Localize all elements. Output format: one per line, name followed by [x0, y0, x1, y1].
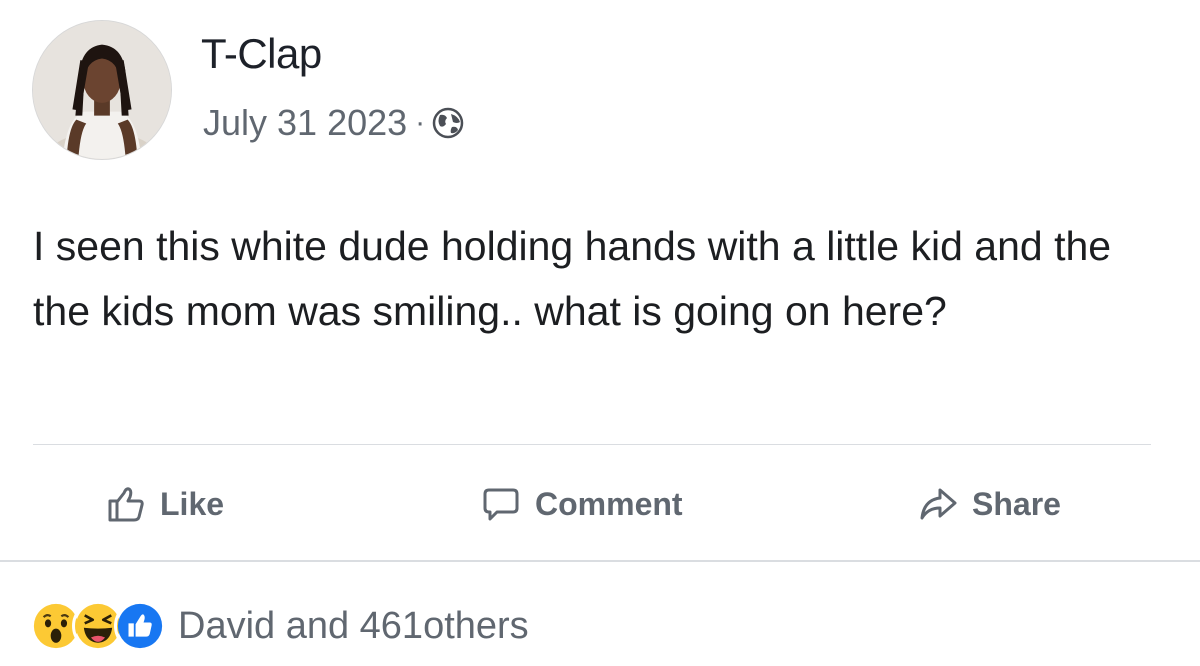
author-name[interactable]: T-Clap: [201, 30, 322, 78]
reactions-summary[interactable]: David and 461others: [30, 598, 529, 654]
divider: [33, 444, 1151, 445]
comment-label: Comment: [535, 485, 683, 522]
divider: [0, 560, 1200, 562]
share-button[interactable]: Share: [918, 474, 1061, 534]
avatar-photo: [33, 21, 171, 159]
like-reaction-icon: [114, 600, 166, 652]
reaction-icons: [30, 600, 166, 652]
reactions-count-text[interactable]: David and 461others: [178, 605, 529, 648]
post-date[interactable]: July 31 2023: [203, 102, 407, 144]
action-bar: Like Comment Share: [0, 474, 1200, 534]
like-label: Like: [160, 485, 225, 522]
share-label: Share: [972, 485, 1061, 522]
post-text: I seen this white dude holding hands wit…: [33, 223, 1112, 334]
like-button[interactable]: Like: [106, 474, 224, 534]
post-meta: July 31 2023 ·: [203, 102, 465, 144]
avatar[interactable]: [32, 20, 172, 160]
globe-icon[interactable]: [431, 106, 465, 140]
meta-separator: ·: [415, 106, 426, 139]
comment-icon: [483, 488, 519, 521]
thumbs-up-icon: [108, 487, 144, 522]
comment-button[interactable]: Comment: [481, 474, 683, 534]
share-arrow-icon: [920, 488, 957, 520]
